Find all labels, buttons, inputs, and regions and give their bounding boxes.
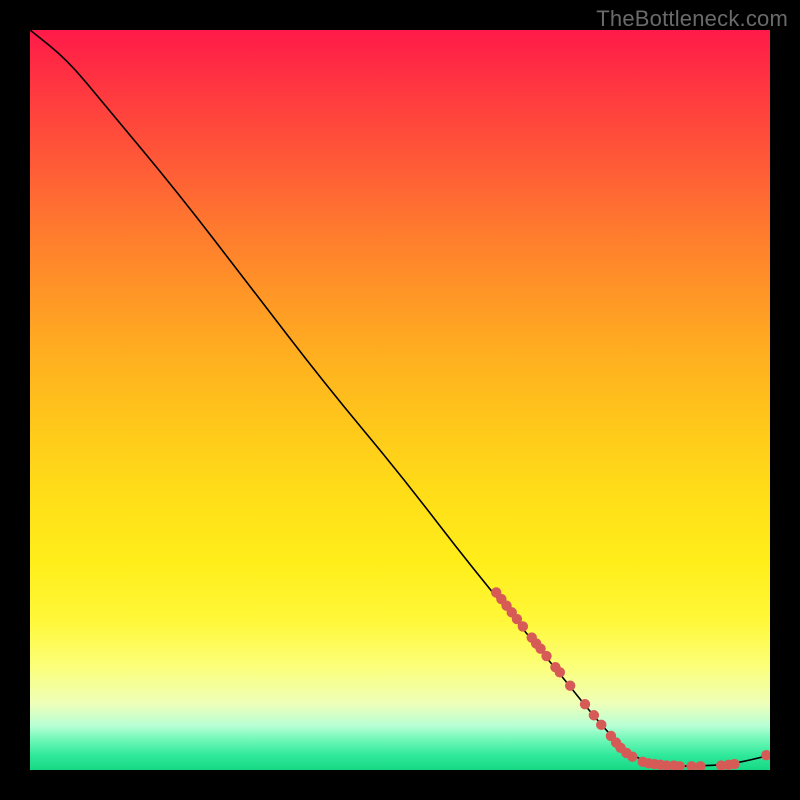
data-marker xyxy=(661,760,671,770)
data-markers xyxy=(491,587,770,770)
data-marker xyxy=(761,750,770,760)
chart-plot-area xyxy=(30,30,770,770)
data-marker xyxy=(638,757,648,767)
data-marker xyxy=(643,758,653,768)
data-marker xyxy=(596,720,606,730)
data-marker xyxy=(531,638,541,648)
data-marker xyxy=(716,760,726,770)
data-marker xyxy=(606,731,616,741)
data-marker xyxy=(589,710,599,720)
data-marker xyxy=(649,759,659,769)
data-marker xyxy=(675,761,685,770)
data-marker xyxy=(723,760,733,770)
data-marker xyxy=(501,601,511,611)
data-marker xyxy=(580,699,590,709)
data-marker xyxy=(527,632,537,642)
data-marker xyxy=(512,614,522,624)
data-marker xyxy=(669,760,679,770)
bottleneck-curve xyxy=(30,30,770,766)
data-marker xyxy=(541,651,551,661)
data-marker xyxy=(535,643,545,653)
data-marker xyxy=(507,607,517,617)
data-marker xyxy=(555,667,565,677)
data-marker xyxy=(686,761,696,770)
chart-frame: TheBottleneck.com xyxy=(0,0,800,800)
data-marker xyxy=(655,760,665,770)
data-marker xyxy=(729,759,739,769)
watermark-text: TheBottleneck.com xyxy=(596,6,788,32)
data-marker xyxy=(496,594,506,604)
data-marker xyxy=(550,662,560,672)
data-marker xyxy=(615,743,625,753)
data-marker xyxy=(491,587,501,597)
data-marker xyxy=(695,761,705,770)
data-marker xyxy=(627,751,637,761)
data-marker xyxy=(565,680,575,690)
data-marker xyxy=(621,748,631,758)
data-marker xyxy=(611,737,621,747)
data-marker xyxy=(518,621,528,631)
chart-svg xyxy=(30,30,770,770)
